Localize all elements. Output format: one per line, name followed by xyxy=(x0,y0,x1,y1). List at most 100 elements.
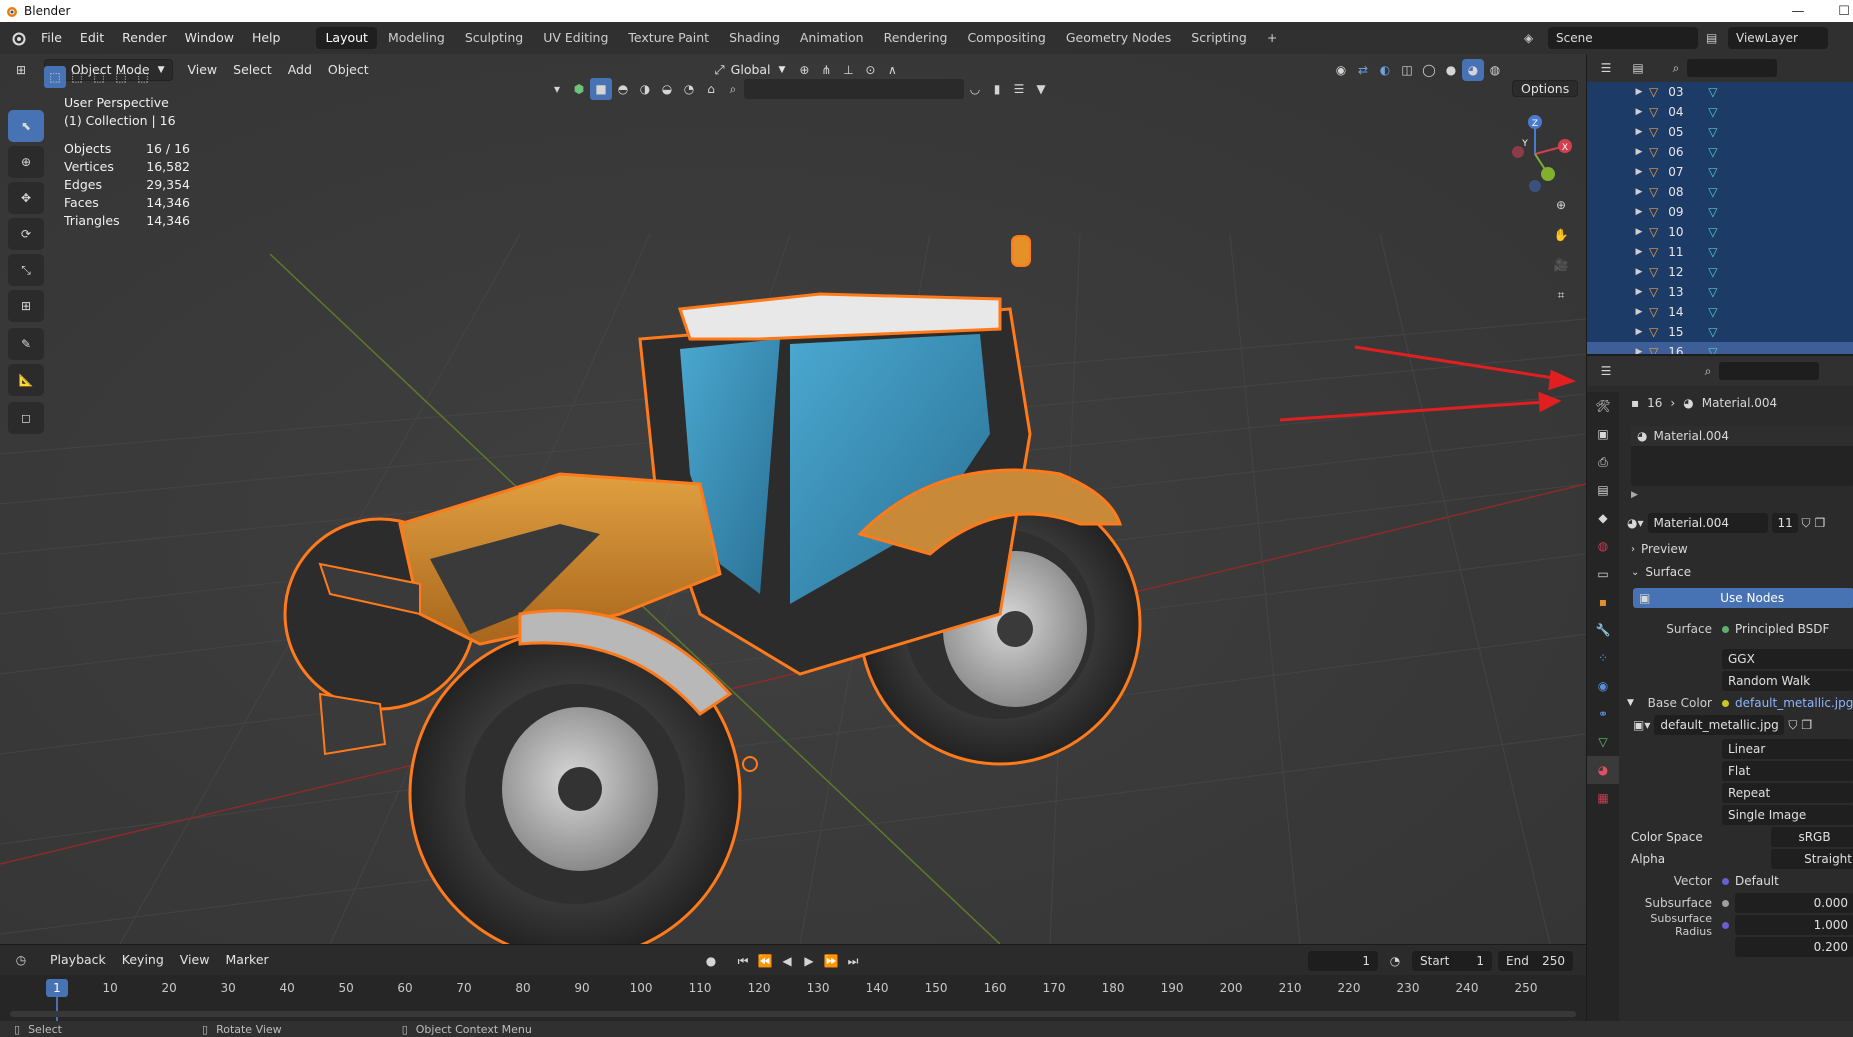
menu-window[interactable]: Window xyxy=(176,22,243,54)
tab-compositing[interactable]: Compositing xyxy=(958,27,1054,49)
tab-modifiers[interactable]: 🔧 xyxy=(1587,616,1619,644)
extension-dropdown[interactable]: Repeat xyxy=(1722,783,1853,803)
other-filter-icon[interactable]: ⌂ xyxy=(700,78,722,100)
jump-keyframe-forward-icon[interactable]: ⏩ xyxy=(820,950,842,972)
expand-arrow-icon[interactable]: ▶ xyxy=(1629,187,1649,197)
tab-physics[interactable]: ◉ xyxy=(1587,672,1619,700)
wireframe-shading-icon[interactable]: ◯ xyxy=(1418,59,1440,81)
curve-filter-icon[interactable]: ◓ xyxy=(612,78,634,100)
timeline-scrollbar[interactable] xyxy=(10,1011,1576,1017)
overlay-toggle-icon[interactable]: ◐ xyxy=(1374,59,1396,81)
tab-constraints[interactable]: ⚭ xyxy=(1587,700,1619,728)
outliner-item[interactable]: ▶ ▽ 05 ▽ xyxy=(1587,122,1853,142)
camera-view-icon[interactable]: 🎥 xyxy=(1550,254,1572,276)
expand-arrow-icon[interactable]: ▶ xyxy=(1629,87,1649,97)
tab-world[interactable]: ◍ xyxy=(1587,532,1619,560)
menu-edit[interactable]: Edit xyxy=(71,22,113,54)
expand-arrow-icon[interactable]: ▶ xyxy=(1629,167,1649,177)
gizmo-toggle-icon[interactable]: ⇄ xyxy=(1352,59,1374,81)
properties-editor-type-icon[interactable]: ☰ xyxy=(1595,360,1617,382)
expand-arrow-icon[interactable]: ▶ xyxy=(1629,307,1649,317)
tab-data[interactable]: ▽ xyxy=(1587,728,1619,756)
tab-scene[interactable]: ◆ xyxy=(1587,504,1619,532)
mesh-data-icon[interactable]: ▽ xyxy=(1708,205,1717,219)
view-layer-selector[interactable]: ViewLayer xyxy=(1728,27,1828,49)
rendered-shading-icon[interactable]: ◍ xyxy=(1484,59,1506,81)
menu-keying[interactable]: Keying xyxy=(114,949,172,971)
rotate-tool[interactable]: ⟳ xyxy=(8,218,44,250)
subsurface-radius-y-field[interactable]: 0.200 xyxy=(1735,937,1853,957)
3d-viewport[interactable]: ⊞ ▣ Object Mode ▼ View Select Add Object… xyxy=(0,54,1586,944)
outliner-item[interactable]: ▶ ▽ 04 ▽ xyxy=(1587,102,1853,122)
tab-geometry-nodes[interactable]: Geometry Nodes xyxy=(1057,27,1180,49)
mesh-data-icon[interactable]: ▽ xyxy=(1708,225,1717,239)
select-box-tool[interactable]: ⬉ xyxy=(8,110,44,142)
outliner-item[interactable]: ▶ ▽ 10 ▽ xyxy=(1587,222,1853,242)
ortho-grid-icon[interactable]: ⌗ xyxy=(1550,284,1572,306)
tab-sculpting[interactable]: Sculpting xyxy=(456,27,532,49)
outliner-item[interactable]: ▶ ▽ 15 ▽ xyxy=(1587,322,1853,342)
select-intersect-icon[interactable]: ⬚ xyxy=(132,66,154,88)
outliner-item[interactable]: ▶ ▽ 09 ▽ xyxy=(1587,202,1853,222)
mesh-data-icon[interactable]: ▽ xyxy=(1708,185,1717,199)
image-browse-icon[interactable]: ▣▾ xyxy=(1633,718,1650,732)
play-reverse-icon[interactable]: ◀ xyxy=(776,950,798,972)
surface-panel-header[interactable]: ⌄ Surface xyxy=(1631,565,1691,579)
projection-dropdown[interactable]: Flat xyxy=(1722,761,1853,781)
outliner-item[interactable]: ▶ ▽ 11 ▽ xyxy=(1587,242,1853,262)
properties-search-input[interactable] xyxy=(1719,362,1819,380)
filter-arrow-icon[interactable]: ◡ xyxy=(964,78,986,100)
timeline-editor-type-icon[interactable]: ◷ xyxy=(10,949,32,971)
vector-value[interactable]: Default xyxy=(1735,874,1779,888)
mesh-data-icon[interactable]: ▽ xyxy=(1708,85,1717,99)
timeline-ruler[interactable]: 1 10 20 30 40 50 60 70 80 90 100 110 120 130 140 150 160… xyxy=(0,975,1586,1022)
duplicate-icon[interactable]: ❐ xyxy=(1801,718,1812,732)
outliner-item[interactable]: ▶ ▽ 07 ▽ xyxy=(1587,162,1853,182)
select-box-mode-icon[interactable]: ⬚ xyxy=(44,66,66,88)
editor-type-icon[interactable]: ⊞ xyxy=(10,59,32,81)
add-workspace-button[interactable]: + xyxy=(1258,27,1286,49)
search-icon[interactable]: ⌕ xyxy=(1665,57,1687,79)
current-frame-field[interactable]: 1 xyxy=(1308,951,1378,971)
camera-filter-icon[interactable]: ◒ xyxy=(656,78,678,100)
tab-rendering[interactable]: Rendering xyxy=(875,27,957,49)
outliner-item[interactable]: ▶ ▽ 16 ▽ xyxy=(1587,342,1853,354)
viewport-canvas[interactable] xyxy=(0,54,1586,944)
select-invert-icon[interactable]: ⬚ xyxy=(110,66,132,88)
bookmark-icon[interactable]: ▮ xyxy=(986,78,1008,100)
menu-timeline-view[interactable]: View xyxy=(172,949,218,971)
record-icon[interactable]: ● xyxy=(700,950,722,972)
mesh-data-icon[interactable]: ▽ xyxy=(1708,165,1717,179)
tab-view-layer[interactable]: ▤ xyxy=(1587,476,1619,504)
jump-end-icon[interactable]: ⏭ xyxy=(842,950,864,972)
material-slot-list[interactable]: ◕ Material.004 xyxy=(1631,426,1853,486)
alpha-dropdown[interactable]: Straight xyxy=(1771,849,1853,869)
xray-icon[interactable]: ◫ xyxy=(1396,59,1418,81)
distribution-dropdown[interactable]: GGX xyxy=(1722,649,1853,669)
fake-user-shield-icon[interactable]: ⛉ xyxy=(1788,718,1797,733)
expand-arrow-icon[interactable]: ▶ xyxy=(1629,227,1649,237)
tab-shading[interactable]: Shading xyxy=(720,27,789,49)
annotate-tool[interactable]: ✎ xyxy=(8,328,44,360)
tab-render[interactable]: ▣ xyxy=(1587,420,1619,448)
end-frame-field[interactable]: End 250 xyxy=(1498,951,1573,971)
outliner-item[interactable]: ▶ ▽ 03 ▽ xyxy=(1587,82,1853,102)
tab-object[interactable]: ▪ xyxy=(1587,588,1619,616)
move-tool[interactable]: ✥ xyxy=(8,182,44,214)
material-name-field[interactable]: Material.004 xyxy=(1647,513,1768,533)
start-frame-field[interactable]: Start 1 xyxy=(1412,951,1492,971)
add-cube-tool[interactable]: ◻ xyxy=(8,402,44,434)
mesh-data-icon[interactable]: ▽ xyxy=(1708,285,1717,299)
outliner-item[interactable]: ▶ ▽ 14 ▽ xyxy=(1587,302,1853,322)
use-nodes-button[interactable]: ▣ Use Nodes xyxy=(1633,588,1853,608)
options-dropdown[interactable]: Options xyxy=(1512,78,1579,100)
mesh-data-icon[interactable]: ▽ xyxy=(1708,345,1717,354)
filter-icon[interactable]: ▼ xyxy=(1030,78,1052,100)
select-extend-icon[interactable]: ⬚ xyxy=(66,66,88,88)
menu-add[interactable]: Add xyxy=(280,59,320,81)
transform-tool[interactable]: ⊞ xyxy=(8,290,44,322)
interpolation-dropdown[interactable]: Linear xyxy=(1722,739,1853,759)
maximize-button[interactable]: ☐ xyxy=(1821,0,1853,22)
expand-arrow-icon[interactable]: ▶ xyxy=(1629,147,1649,157)
outliner-item[interactable]: ▶ ▽ 13 ▽ xyxy=(1587,282,1853,302)
